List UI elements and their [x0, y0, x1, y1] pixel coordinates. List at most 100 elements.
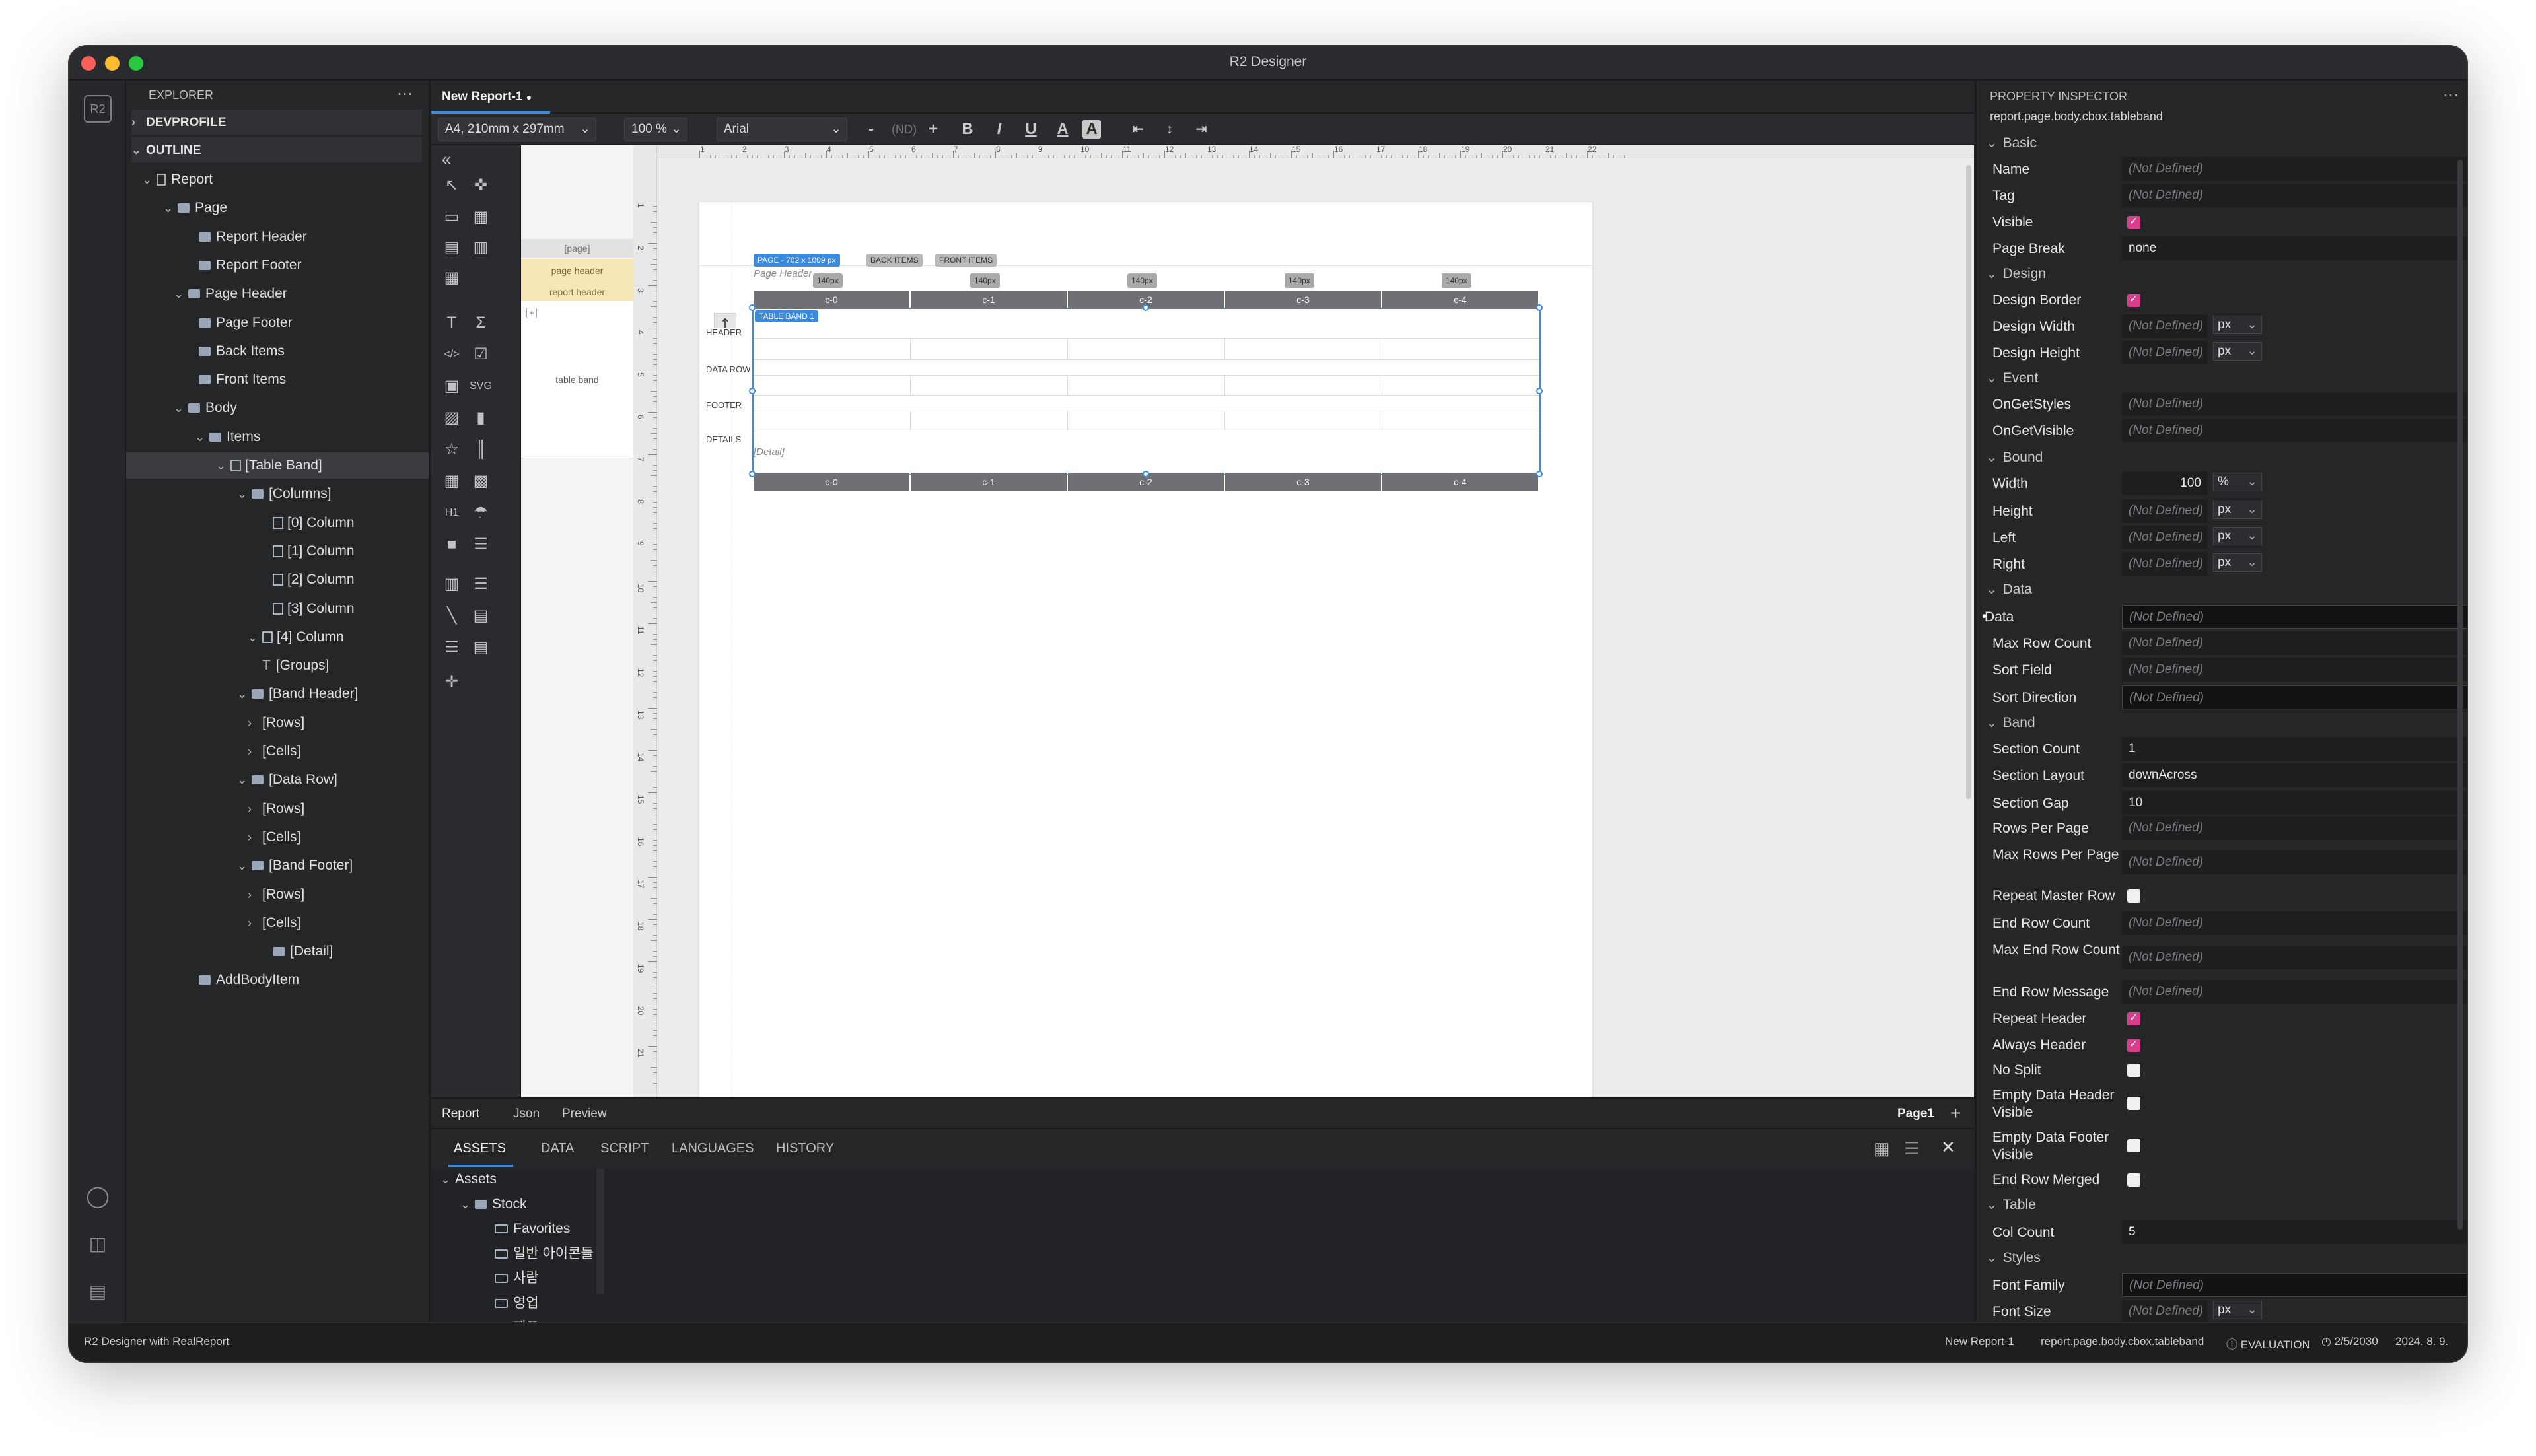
asset-tree-item[interactable]: Favorites — [431, 1216, 590, 1242]
align-right-icon[interactable]: ⇥ — [1191, 119, 1212, 140]
prop-design_width-value[interactable]: (Not Defined) — [2122, 314, 2208, 338]
column-footer-c-3[interactable]: c-3 — [1225, 473, 1381, 491]
prop-max_row_count-value[interactable]: (Not Defined) — [2122, 631, 2467, 655]
outline-item[interactable]: Back Items — [126, 338, 429, 364]
table-band-label[interactable]: table band — [521, 301, 633, 458]
asset-tree-item[interactable]: ⌄ Assets — [431, 1166, 590, 1193]
prop-empty_data_footer_visible-checkbox[interactable] — [2127, 1139, 2140, 1152]
column-width-chip[interactable]: 140px — [1442, 273, 1471, 288]
outline-item[interactable]: ⌄ Items — [126, 424, 429, 450]
asset-tree-item[interactable]: 일반 아이콘들 — [431, 1241, 594, 1267]
prop-max_end_row_count-value[interactable]: (Not Defined) — [2122, 946, 2467, 969]
font-size-increase-button[interactable]: + — [923, 119, 944, 140]
assets-tab-languages[interactable]: LANGUAGES — [672, 1141, 754, 1156]
column-width-chip[interactable]: 140px — [1285, 273, 1314, 288]
container-icon[interactable]: ☂ — [470, 502, 492, 524]
outline-item[interactable]: Front Items — [126, 366, 429, 393]
prop-on_get_visible-value[interactable]: (Not Defined) — [2122, 419, 2467, 442]
bold-button[interactable]: B — [957, 119, 978, 140]
svg-icon[interactable]: ▣ — [440, 375, 463, 398]
rows-icon[interactable]: ▥ — [440, 573, 463, 596]
align-left-icon[interactable]: ⇤ — [1127, 119, 1148, 140]
outline-item[interactable]: ⌄ Report — [126, 166, 429, 193]
prop-data-value[interactable]: (Not Defined)⌄ — [2122, 605, 2467, 629]
image-icon[interactable]: ☑ — [470, 343, 492, 366]
summary-icon[interactable]: T — [440, 312, 463, 334]
back-color-button[interactable]: A — [1082, 120, 1101, 139]
outline-item[interactable]: ⌄ [Data Row] — [126, 767, 429, 793]
page-tab[interactable]: Page1 — [1897, 1107, 1934, 1121]
prop-page_break-value[interactable]: none⌄ — [2122, 236, 2467, 260]
group-bound[interactable]: ⌄ Bound — [1986, 449, 2043, 466]
cart-icon[interactable]: ◫ — [84, 1230, 112, 1257]
prop-name-value[interactable]: (Not Defined) — [2122, 157, 2467, 181]
group-band[interactable]: ⌄ Band — [1986, 714, 2035, 731]
design-canvas[interactable]: 1 2 3 4 5 6 7 8 9 10 11 12 13 14 15 16 17 18 19 20 21 22 PAGE… — [657, 145, 1974, 1097]
resize-handle[interactable] — [749, 388, 756, 394]
prop-design_height-value[interactable]: (Not Defined) — [2122, 341, 2208, 364]
column-width-chip[interactable]: 140px — [970, 273, 1000, 288]
group-table[interactable]: ⌄ Table — [1986, 1196, 2036, 1213]
tool-icon[interactable]: ✛ — [440, 671, 463, 693]
outline-item[interactable]: › [Cells] — [126, 824, 429, 850]
grid-view-icon[interactable]: ▦ — [1874, 1138, 1890, 1159]
chart-icon[interactable]: H1 — [440, 502, 463, 524]
html-icon[interactable]: Σ — [470, 312, 492, 334]
prop-empty_data_header_visible-checkbox[interactable] — [2127, 1097, 2140, 1110]
prop-font_size-value[interactable]: (Not Defined) — [2122, 1300, 2208, 1323]
prop-right-unit-select[interactable]: px ⌄ — [2213, 553, 2262, 572]
prop-design_height-unit-select[interactable]: px ⌄ — [2213, 342, 2262, 361]
prop-end_row_merged-checkbox[interactable] — [2127, 1173, 2140, 1187]
asset-tree-item[interactable]: 영업 — [431, 1290, 590, 1317]
prop-repeat_master_row-checkbox[interactable] — [2127, 889, 2140, 903]
table-band-chip[interactable]: TABLE BAND 1 — [755, 310, 818, 322]
view-tab-preview[interactable]: Preview — [562, 1107, 607, 1121]
page-size-chip[interactable]: PAGE - 702 x 1009 px — [754, 254, 840, 267]
view-tab-json[interactable]: Json — [513, 1107, 540, 1121]
resize-handle[interactable] — [749, 471, 756, 477]
column-footer-c-4[interactable]: c-4 — [1382, 473, 1538, 491]
outline-item[interactable]: Page Footer — [126, 310, 429, 336]
column-header-c-1[interactable]: c-1 — [911, 291, 1067, 309]
assets-tab-script[interactable]: SCRIPT — [600, 1141, 649, 1156]
assets-tab-assets[interactable]: ASSETS — [454, 1141, 506, 1156]
outline-item[interactable]: ⌄ Body — [126, 395, 429, 421]
asset-tree-item[interactable]: 사람 — [431, 1265, 590, 1292]
page-header-band-label[interactable]: page header — [521, 259, 633, 283]
zoom-select[interactable]: 100 % ⌄ — [624, 118, 687, 141]
outline-item[interactable]: [3] Column — [126, 596, 429, 622]
outline-item[interactable]: › [Cells] — [126, 910, 429, 936]
front-items-chip[interactable]: FRONT ITEMS — [935, 254, 997, 267]
outline-section[interactable]: ⌄ OUTLINE — [131, 137, 422, 162]
list-view-icon[interactable]: ☰ — [1904, 1138, 1919, 1159]
resize-handle[interactable] — [1536, 304, 1543, 311]
group-data[interactable]: ⌄ Data — [1986, 581, 2032, 598]
font-color-button[interactable]: A — [1052, 119, 1073, 140]
r2-logo-icon[interactable]: R2 — [84, 95, 112, 123]
prop-width-unit-select[interactable]: % ⌄ — [2213, 473, 2262, 491]
outline-item[interactable]: ⌄ Page — [126, 195, 429, 221]
outline-item[interactable]: AddBodyItem — [126, 967, 429, 993]
outline-item[interactable]: Report Footer — [126, 252, 429, 279]
prop-sort_direction-value[interactable]: (Not Defined)⌄ — [2122, 685, 2467, 709]
page-size-select[interactable]: A4, 210mm x 297mm ⌄ — [438, 118, 596, 141]
resize-handle[interactable] — [1536, 388, 1543, 394]
group-event[interactable]: ⌄ Event — [1986, 370, 2038, 386]
add-page-button[interactable]: + — [1950, 1103, 1961, 1124]
italic-button[interactable]: I — [989, 119, 1010, 140]
column-icon[interactable]: ☰ — [470, 534, 492, 556]
prop-tag-value[interactable]: (Not Defined) — [2122, 184, 2467, 207]
group-design[interactable]: ⌄ Design — [1986, 265, 2046, 282]
expand-icon[interactable]: + — [526, 308, 537, 318]
outline-item[interactable]: T [Groups] — [126, 652, 429, 679]
prop-width-value[interactable]: 100 — [2122, 471, 2208, 495]
outline-item[interactable]: › [Rows] — [126, 710, 429, 736]
resize-handle[interactable] — [749, 304, 756, 311]
outline-item[interactable]: [2] Column — [126, 567, 429, 593]
tool-icon[interactable]: ▥ — [470, 236, 492, 259]
prop-sort_field-value[interactable]: (Not Defined)⌄ — [2122, 658, 2467, 681]
prop-height-unit-select[interactable]: px ⌄ — [2213, 501, 2262, 519]
inspector-scrollbar[interactable] — [2457, 160, 2463, 1230]
resize-handle[interactable] — [1536, 471, 1543, 477]
font-size-value[interactable]: (ND) — [887, 119, 921, 140]
